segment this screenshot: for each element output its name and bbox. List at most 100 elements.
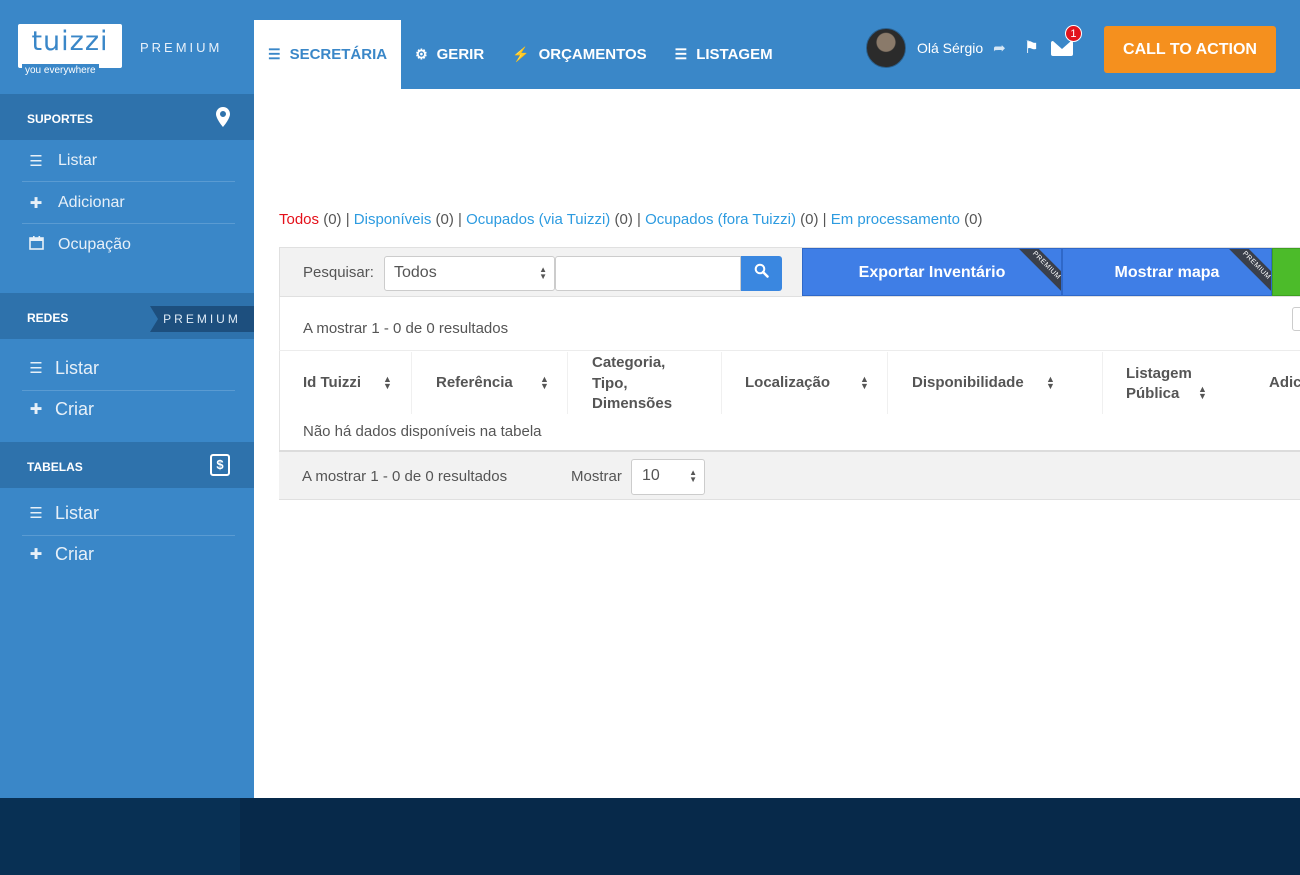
column-header-categoria[interactable]: Categoria, Tipo, Dimensões	[592, 353, 702, 415]
sort-icon[interactable]: ▲ ▼	[383, 375, 392, 391]
premium-ribbon: PREMIUM	[1019, 249, 1061, 293]
search-input[interactable]	[555, 256, 741, 291]
sidebar-item-tabelas-criar[interactable]: ✚ Criar	[22, 533, 235, 575]
sidebar: SUPORTES ☰ Listar ✚ Adicionar Ocupação R…	[0, 89, 254, 798]
column-toggle-button[interactable]	[1292, 307, 1300, 331]
dollar-icon: $	[210, 454, 230, 476]
export-inventory-button[interactable]: Exportar Inventário PREMIUM	[802, 248, 1062, 296]
search-scope-select[interactable]: Todos ▲ ▼	[384, 256, 555, 291]
divider	[721, 352, 722, 414]
sidebar-item-redes-criar[interactable]: ✚ Criar	[22, 388, 235, 430]
list-icon: ☰	[29, 360, 43, 377]
column-header-localizacao[interactable]: Localização	[745, 374, 830, 391]
select-value: 10	[642, 467, 660, 484]
sidebar-item-suportes-listar[interactable]: ☰ Listar	[22, 140, 235, 182]
nav-label: ORÇAMENTOS	[538, 46, 647, 63]
flag-icon[interactable]: ⚑	[1024, 38, 1039, 58]
select-arrows-icon: ▲ ▼	[539, 265, 547, 281]
filter-ocupados-via[interactable]: Ocupados (via Tuizzi)	[466, 211, 610, 228]
nav-listagem[interactable]: ☰ LISTAGEM	[661, 20, 787, 89]
page-size-label: Mostrar	[571, 468, 622, 485]
plus-icon: ✚	[29, 546, 43, 563]
messages-button[interactable]: 1	[1050, 25, 1082, 57]
section-title: REDES	[27, 311, 69, 325]
logout-icon[interactable]: ➦	[993, 39, 1006, 57]
avatar[interactable]	[866, 28, 906, 68]
sidebar-item-tabelas-listar[interactable]: ☰ Listar	[22, 492, 235, 534]
button-label: Exportar Inventário	[858, 264, 1006, 281]
filter-ocupados-fora[interactable]: Ocupados (fora Tuizzi)	[645, 211, 796, 228]
filter-disponiveis[interactable]: Disponíveis	[354, 211, 432, 228]
envelope-icon	[1050, 41, 1073, 56]
call-to-action-button[interactable]: CALL TO ACTION	[1104, 26, 1276, 73]
section-header-tabelas: TABELAS $	[0, 442, 254, 488]
sidebar-item-label: Ocupação	[58, 236, 131, 253]
list-icon: ☰	[674, 46, 688, 62]
column-header-adic[interactable]: Adic	[1269, 374, 1300, 391]
sort-icon[interactable]: ▲ ▼	[540, 375, 549, 391]
search-toolbar: Pesquisar: Todos ▲ ▼ Exportar Inventário …	[279, 247, 1300, 297]
column-label: Categoria, Tipo, Dimensões	[592, 354, 673, 412]
filter-count: (0)	[435, 211, 454, 228]
filter-count: (0)	[964, 211, 983, 228]
user-area: Olá Sérgio ➦ ⚑ 1	[866, 25, 1082, 68]
list-icon: ☰	[29, 153, 43, 170]
section-title: TABELAS	[27, 460, 83, 474]
divider	[1102, 352, 1103, 414]
column-label: Disponibilidade	[912, 374, 1024, 391]
sidebar-item-suportes-ocupacao[interactable]: Ocupação	[22, 224, 235, 266]
nav-orcamentos[interactable]: ⚡ ORÇAMENTOS	[498, 20, 661, 89]
filter-count: (0)	[614, 211, 633, 228]
premium-ribbon: PREMIUM	[1229, 249, 1271, 293]
divider	[887, 352, 888, 414]
column-label: Localização	[745, 374, 831, 391]
main-nav: ☰ SECRETÁRIA ⚙ GERIR ⚡ ORÇAMENTOS ☰ LIST…	[254, 20, 787, 89]
sort-icon[interactable]: ▲ ▼	[860, 375, 869, 391]
magic-wand-icon: ⚡	[512, 46, 530, 62]
column-header-referencia[interactable]: Referência	[436, 374, 513, 391]
results-count-bottom: A mostrar 1 - 0 de 0 resultados	[302, 468, 508, 485]
nav-gerir[interactable]: ⚙ GERIR	[401, 20, 498, 89]
status-filter-bar: Todos (0) | Disponíveis (0) | Ocupados (…	[279, 211, 983, 228]
divider	[567, 352, 568, 414]
page-size-select[interactable]: 10 ▲ ▼	[631, 459, 705, 495]
nav-secretaria[interactable]: ☰ SECRETÁRIA	[254, 20, 402, 89]
premium-badge: PREMIUM	[150, 306, 254, 332]
logo[interactable]: tuizzi	[18, 24, 122, 68]
sort-icon[interactable]: ▲ ▼	[1046, 375, 1055, 391]
sort-icon[interactable]: ▲ ▼	[1198, 385, 1207, 401]
map-marker-icon	[216, 107, 230, 132]
search-button[interactable]	[741, 256, 782, 291]
filter-em-processamento[interactable]: Em processamento	[831, 211, 960, 228]
column-header-disponibilidade[interactable]: Disponibilidade	[912, 374, 1024, 391]
filter-todos[interactable]: Todos	[279, 211, 319, 228]
select-arrows-icon: ▲ ▼	[689, 468, 697, 484]
section-header-redes: REDES PREMIUM	[0, 293, 254, 339]
filter-count: (0)	[800, 211, 819, 228]
select-value: Todos	[394, 264, 437, 281]
calendar-icon	[28, 236, 44, 254]
search-icon	[754, 263, 769, 278]
sidebar-item-redes-listar[interactable]: ☰ Listar	[22, 347, 235, 389]
sidebar-item-label: Listar	[55, 503, 100, 523]
table-header-top-border	[279, 350, 1300, 351]
show-map-button[interactable]: Mostrar mapa PREMIUM	[1062, 248, 1272, 296]
logo-tagline: you everywhere	[22, 64, 99, 77]
nav-label: SECRETÁRIA	[289, 46, 388, 63]
extra-action-button[interactable]	[1272, 248, 1300, 296]
footer-sidebar-strip	[0, 798, 240, 875]
nav-label: GERIR	[436, 46, 485, 63]
list-icon: ☰	[268, 46, 281, 62]
table-footer: A mostrar 1 - 0 de 0 resultados Mostrar …	[279, 450, 1300, 500]
cogs-icon: ⚙	[415, 46, 428, 62]
section-title: SUPORTES	[27, 112, 94, 126]
list-icon: ☰	[29, 505, 43, 522]
plus-icon: ✚	[29, 195, 43, 212]
divider	[411, 352, 412, 414]
user-greeting[interactable]: Olá Sérgio	[917, 40, 983, 56]
notification-badge: 1	[1064, 25, 1082, 42]
column-label: Referência	[436, 374, 513, 391]
sidebar-item-label: Listar	[55, 358, 100, 378]
column-header-id[interactable]: Id Tuizzi	[303, 374, 361, 391]
sidebar-item-suportes-adicionar[interactable]: ✚ Adicionar	[22, 182, 235, 224]
